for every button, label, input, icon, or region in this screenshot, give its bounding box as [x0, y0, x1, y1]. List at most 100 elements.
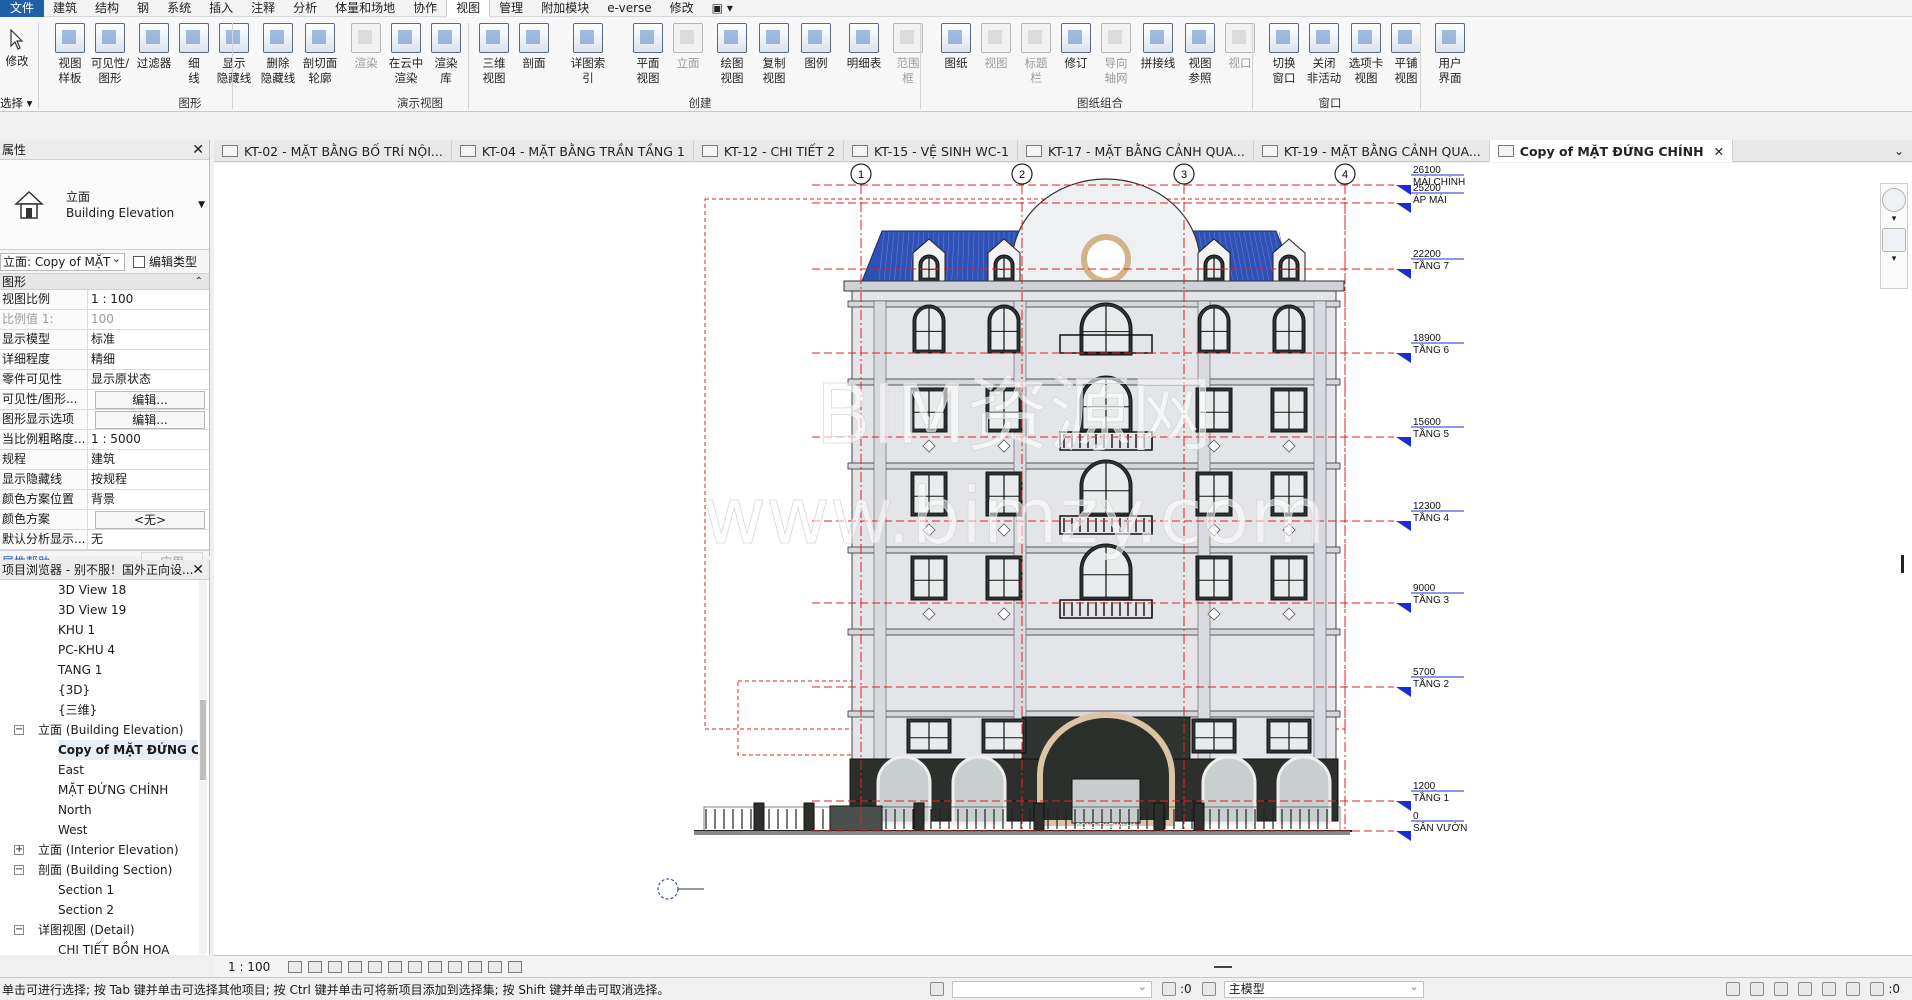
menu-item[interactable]: 管理 — [490, 0, 532, 17]
design-options-icon[interactable] — [1201, 982, 1216, 996]
property-value[interactable]: 按规程 — [88, 470, 209, 489]
property-value[interactable]: 1 : 5000 — [88, 430, 209, 449]
ribbon-button[interactable]: 图纸 — [934, 21, 978, 93]
view-tab[interactable]: KT-15 - VỆ SINH WC-1 — [844, 140, 1018, 162]
visual-style-icon[interactable] — [308, 960, 323, 973]
menu-item[interactable]: 建筑 — [44, 0, 86, 17]
chevron-down-icon[interactable]: ▾ — [1881, 214, 1907, 224]
ribbon-button[interactable]: 选项卡 视图 — [1344, 21, 1388, 93]
ribbon-button[interactable]: 范围 框 — [886, 21, 930, 93]
reveal-constraints-icon[interactable] — [508, 960, 523, 973]
menu-item[interactable]: 系统 — [158, 0, 200, 17]
ribbon-button[interactable]: 渲染 库 — [424, 21, 468, 93]
view-tab[interactable]: KT-02 - MẶT BẰNG BỐ TRÍ NỘI... — [214, 140, 452, 162]
menu-item[interactable]: 注释 — [242, 0, 284, 17]
drawing-canvas[interactable]: CÔNG TY THÁI HÀ 1 2 3 4 26100 MÁI CHÍNH 25200 ÁP… — [214, 163, 1912, 955]
temporary-hide-icon[interactable] — [428, 960, 443, 973]
tree-item[interactable]: − 立面 (Building Elevation) — [0, 720, 198, 740]
select-underlay-icon[interactable] — [1750, 982, 1765, 996]
menu-item[interactable]: 体量和场地 — [326, 0, 404, 17]
menu-item[interactable]: 视图 — [446, 0, 491, 17]
ribbon-button[interactable]: 删除 隐藏线 — [256, 21, 300, 93]
property-edit-button[interactable]: <无> — [88, 510, 209, 529]
shadows-icon[interactable] — [348, 960, 363, 973]
ribbon-button[interactable]: 剖切面 轮廓 — [298, 21, 342, 93]
close-icon[interactable]: ✕ — [1714, 144, 1724, 159]
edit-button[interactable]: 编辑... — [95, 391, 205, 409]
ribbon-button[interactable]: 视图 — [974, 21, 1018, 93]
crop-region-icon[interactable] — [388, 960, 403, 973]
tree-item[interactable]: {3D} — [0, 680, 198, 700]
property-value[interactable]: 100 — [88, 310, 209, 329]
property-value[interactable]: 标准 — [88, 330, 209, 349]
ribbon-button[interactable]: 平面 视图 — [626, 21, 670, 93]
tree-item[interactable]: KHU 1 — [0, 620, 198, 640]
select-by-face-icon[interactable] — [1798, 982, 1813, 996]
expand-icon[interactable]: + — [14, 845, 24, 855]
detail-level-icon[interactable] — [288, 960, 303, 973]
menu-item[interactable]: 结构 — [86, 0, 128, 17]
property-value[interactable]: 显示原状态 — [88, 370, 209, 389]
ribbon-button[interactable]: 导向 轴网 — [1094, 21, 1138, 93]
steering-wheel-icon[interactable] — [1882, 188, 1906, 212]
ribbon-button[interactable]: 用户 界面 — [1428, 21, 1472, 93]
view-tab[interactable]: KT-19 - MẶT BẰNG CẢNH QUA... — [1254, 140, 1490, 162]
menu-item[interactable]: 钢 — [128, 0, 158, 17]
drag-elements-icon[interactable] — [1822, 982, 1837, 996]
background-process-icon[interactable] — [1846, 982, 1861, 996]
crop-view-icon[interactable] — [368, 960, 383, 973]
unlock-icon[interactable] — [408, 960, 423, 973]
ribbon-button[interactable]: 在云中 渲染 — [384, 21, 428, 93]
tree-item[interactable]: + 立面 (Interior Elevation) — [0, 840, 198, 860]
menu-item[interactable]: 文件 — [0, 0, 45, 17]
ribbon-button[interactable]: 绘图 视图 — [710, 21, 754, 93]
horizontal-scroll-marker[interactable] — [1214, 966, 1232, 968]
ribbon-button[interactable]: 可见性/ 图形 — [88, 21, 132, 93]
tabs-overflow-button[interactable]: ⌄ — [1886, 140, 1912, 161]
property-value[interactable]: 背景 — [88, 490, 209, 509]
ribbon-button[interactable]: 复制 视图 — [752, 21, 796, 93]
ribbon-button[interactable]: 显示 隐藏线 — [212, 21, 256, 93]
instance-dropdown[interactable]: 立面: Copy of MẶT — [0, 251, 125, 271]
close-icon[interactable]: ✕ — [192, 140, 204, 160]
ribbon-button[interactable]: 剖面 — [512, 21, 556, 93]
browser-scrollbar[interactable] — [199, 580, 207, 954]
highlight-displacement-icon[interactable] — [488, 960, 503, 973]
tree-item[interactable]: 3D View 18 — [0, 580, 198, 600]
tree-item[interactable]: East — [0, 760, 198, 780]
selection-filter-icon[interactable] — [1162, 982, 1176, 996]
tree-item[interactable]: Section 2 — [0, 900, 198, 920]
chevron-down-icon[interactable]: ▾ — [1881, 254, 1907, 264]
property-value[interactable]: 精细 — [88, 350, 209, 369]
ribbon-button[interactable]: 标题 栏 — [1014, 21, 1058, 93]
worksets-icon[interactable] — [930, 982, 944, 996]
group-header[interactable]: 图形 ⌃ — [0, 274, 209, 290]
tree-item[interactable]: North — [0, 800, 198, 820]
analytical-model-icon[interactable] — [468, 960, 483, 973]
menu-item[interactable]: 协作 — [404, 0, 446, 17]
view-tab[interactable]: KT-12 - CHI TIẾT 2 — [694, 140, 845, 162]
design-option-dropdown[interactable]: 主模型 — [1223, 979, 1424, 998]
sun-path-icon[interactable] — [328, 960, 343, 973]
ribbon-button[interactable]: 平铺 视图 — [1384, 21, 1428, 93]
view-tab[interactable]: KT-17 - MẶT BẰNG CẢNH QUA... — [1018, 140, 1254, 162]
edit-button[interactable]: 编辑... — [95, 411, 205, 429]
menu-item[interactable]: ▣ ▾ — [703, 0, 742, 17]
tree-item[interactable]: Section 1 — [0, 880, 198, 900]
type-selector[interactable]: 立面 Building Elevation ▼ — [0, 160, 209, 250]
modify-button[interactable]: 修改 — [0, 21, 34, 93]
menu-item[interactable]: 附加模块 — [532, 0, 598, 17]
ribbon-button[interactable]: 关闭 非活动 — [1302, 21, 1346, 93]
tree-item[interactable]: − 详图视图 (Detail) — [0, 920, 198, 940]
select-links-icon[interactable] — [1726, 982, 1741, 996]
property-value[interactable]: 1 : 100 — [88, 290, 209, 309]
ribbon-button[interactable]: 立面 — [666, 21, 710, 93]
edit-button[interactable]: <无> — [95, 511, 205, 529]
collapse-icon[interactable]: ⌃ — [195, 274, 203, 290]
property-value[interactable]: 建筑 — [88, 450, 209, 469]
collapse-icon[interactable]: − — [14, 865, 24, 875]
property-edit-button[interactable]: 编辑... — [88, 410, 209, 429]
tree-item[interactable]: MẶT ĐỨNG CHÍNH — [0, 780, 198, 800]
property-edit-button[interactable]: 编辑... — [88, 390, 209, 409]
collapse-icon[interactable]: − — [14, 725, 24, 735]
